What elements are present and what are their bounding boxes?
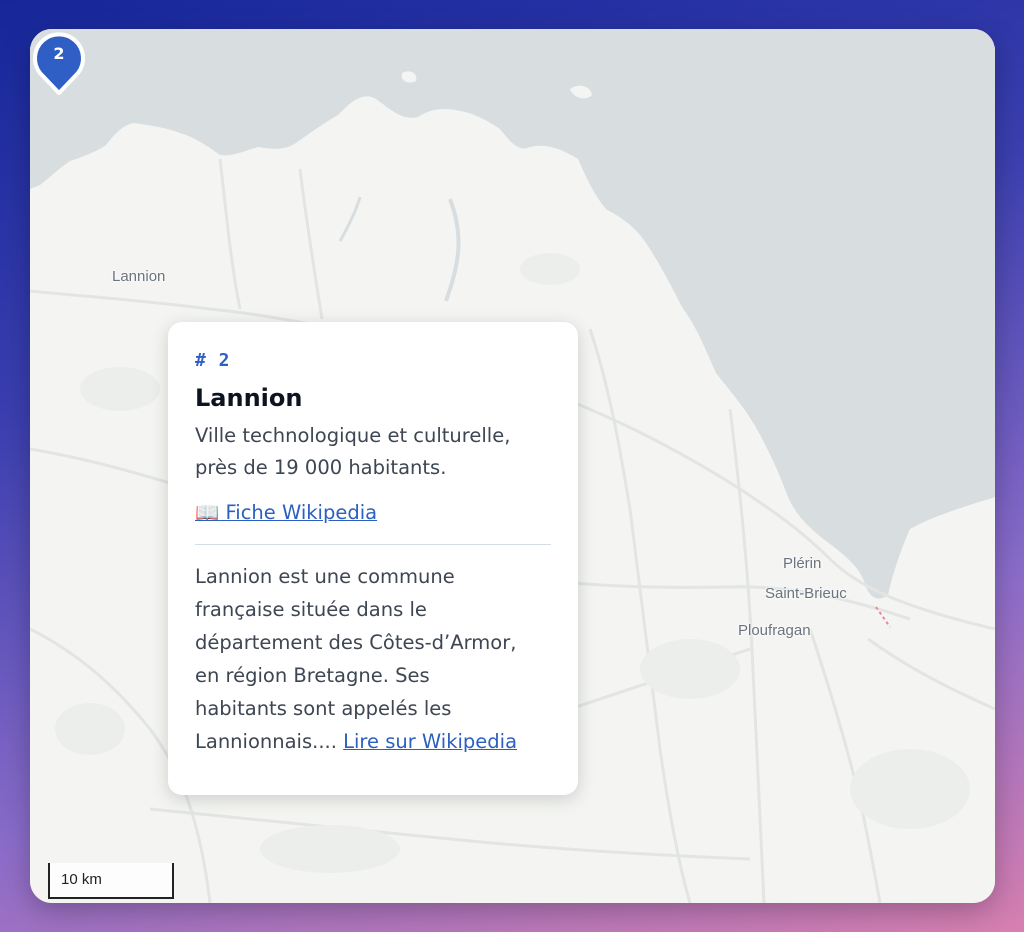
extract-line-2: française située dans le xyxy=(195,598,427,621)
map-pin-icon xyxy=(33,32,85,95)
scale-bar-label: 10 km xyxy=(61,871,102,888)
popup-title: Lannion xyxy=(195,384,303,412)
extract-line-4: en région Bretagne. Ses xyxy=(195,664,430,687)
wikipedia-link-label: Fiche Wikipedia xyxy=(225,501,378,524)
place-popup: # 2 Lannion Ville technologique et cultu… xyxy=(168,322,578,795)
description-line-2: près de 19 000 habitants. xyxy=(195,456,447,479)
read-more-link[interactable]: Lire sur Wikipedia xyxy=(343,730,517,753)
place-label-ploufragan: Ploufragan xyxy=(738,622,811,639)
extract-line-3: département des Côtes-d’Armor, xyxy=(195,631,517,654)
marker-number: 2 xyxy=(53,44,65,63)
wikipedia-link[interactable]: 📖 Fiche Wikipedia xyxy=(195,500,551,526)
place-label-plerin: Plérin xyxy=(783,555,822,572)
scale-bar: 10 km xyxy=(48,863,174,899)
popup-extract: Lannion est une commune française située… xyxy=(195,560,551,758)
place-label-saint-brieuc: Saint-Brieuc xyxy=(765,585,847,602)
extract-line-6: Lannionnais.... xyxy=(195,730,337,753)
description-line-1: Ville technologique et culturelle, xyxy=(195,424,511,447)
extract-line-5: habitants sont appelés les xyxy=(195,697,452,720)
popup-number: # 2 xyxy=(195,350,231,371)
popup-description: Ville technologique et culturelle, près … xyxy=(195,420,551,484)
place-label-lannion: Lannion xyxy=(112,268,166,285)
popup-divider xyxy=(195,544,551,545)
extract-line-1: Lannion est une commune xyxy=(195,565,455,588)
map-marker[interactable]: 2 xyxy=(30,29,88,97)
book-icon: 📖 xyxy=(195,501,220,524)
